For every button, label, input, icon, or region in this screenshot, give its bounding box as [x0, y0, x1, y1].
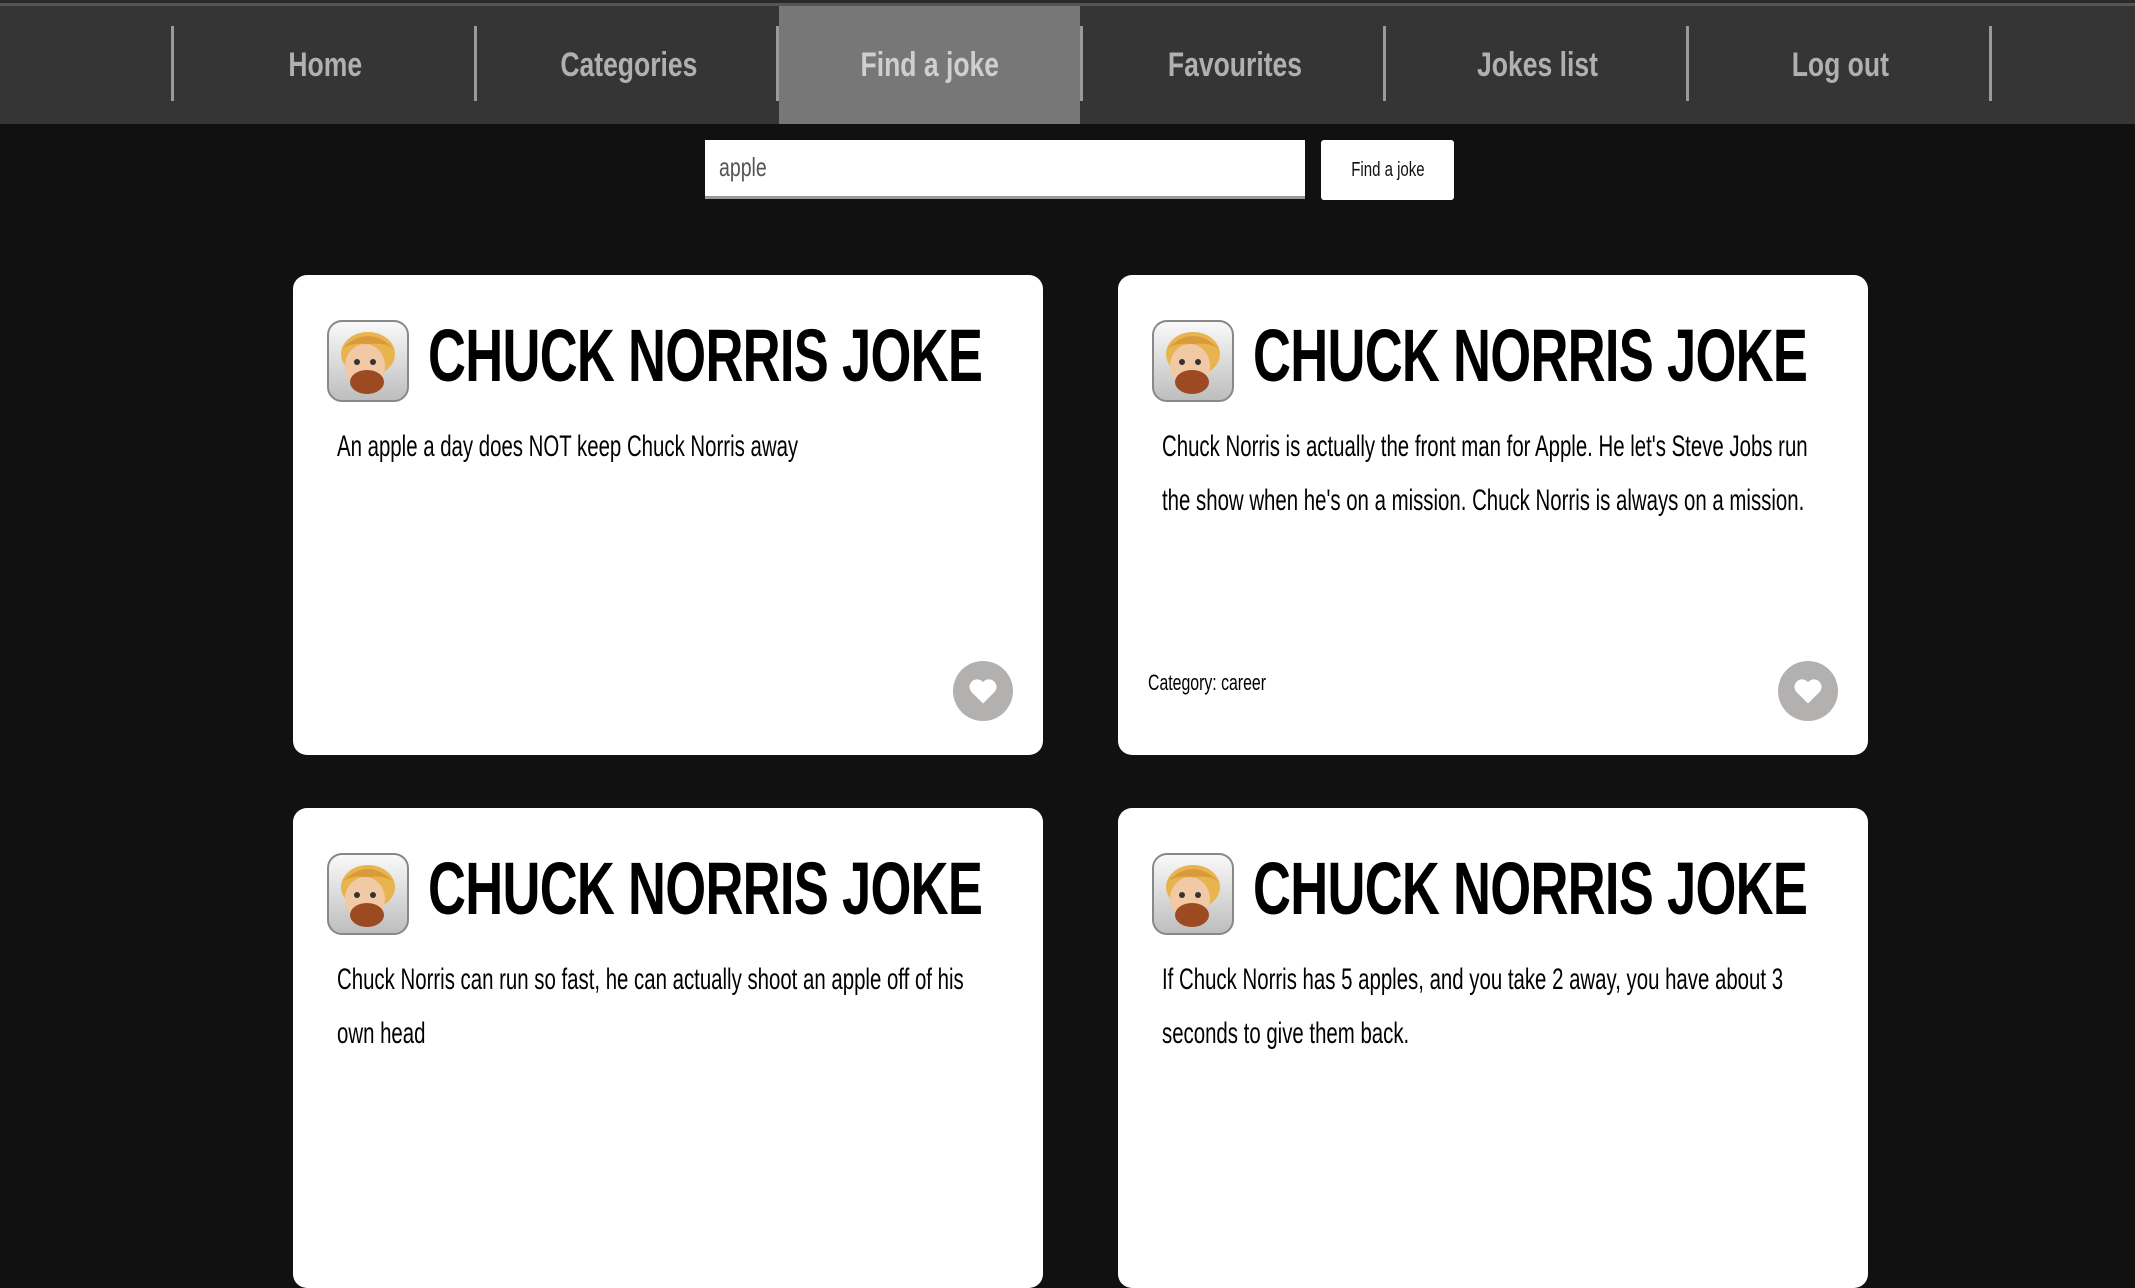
nav-find-a-joke[interactable]: Find a joke — [779, 6, 1080, 124]
nav-jokes-list[interactable]: Jokes list — [1386, 6, 1689, 124]
card-title: CHUCK NORRIS JOKE — [428, 314, 983, 397]
joke-card: CHUCK NORRIS JOKE Chuck Norris can run s… — [293, 808, 1043, 1288]
card-title: CHUCK NORRIS JOKE — [1253, 847, 1808, 930]
joke-card: CHUCK NORRIS JOKE Chuck Norris is actual… — [1118, 275, 1868, 755]
nav-label: Jokes list — [1477, 45, 1598, 84]
joke-card: CHUCK NORRIS JOKE If Chuck Norris has 5 … — [1118, 808, 1868, 1288]
chuck-norris-avatar-icon — [1152, 320, 1234, 402]
nav-label: Categories — [559, 45, 698, 84]
main-nav: Home Categories Find a joke Favourites J… — [0, 6, 2135, 124]
joke-category: Category: career — [1148, 670, 1266, 695]
heart-icon — [1794, 679, 1822, 704]
find-joke-button-label: Find a joke — [1350, 158, 1425, 181]
search-value: apple — [719, 152, 767, 182]
joke-card: CHUCK NORRIS JOKE An apple a day does NO… — [293, 275, 1043, 755]
joke-text: Chuck Norris can run so fast, he can act… — [337, 963, 964, 1050]
search-input[interactable]: apple — [705, 140, 1305, 199]
joke-text: An apple a day does NOT keep Chuck Norri… — [337, 430, 799, 463]
nav-log-out[interactable]: Log out — [1689, 6, 1992, 124]
card-title: CHUCK NORRIS JOKE — [1253, 314, 1808, 397]
chuck-norris-avatar-icon — [1152, 853, 1234, 935]
joke-text: Chuck Norris is actually the front man f… — [1162, 430, 1808, 517]
nav-label: Favourites — [1167, 45, 1302, 84]
favourite-button[interactable] — [953, 661, 1013, 721]
nav-home[interactable]: Home — [174, 6, 477, 124]
nav-categories[interactable]: Categories — [477, 6, 780, 124]
chuck-norris-avatar-icon — [327, 853, 409, 935]
nav-label: Find a joke — [860, 45, 999, 84]
chuck-norris-avatar-icon — [327, 320, 409, 402]
find-joke-button[interactable]: Find a joke — [1321, 140, 1454, 200]
nav-label: Home — [288, 45, 363, 84]
heart-icon — [969, 679, 997, 704]
nav-favourites[interactable]: Favourites — [1083, 6, 1386, 124]
nav-separator — [1989, 26, 1992, 101]
card-title: CHUCK NORRIS JOKE — [428, 847, 983, 930]
nav-label: Log out — [1791, 45, 1890, 84]
joke-text: If Chuck Norris has 5 apples, and you ta… — [1162, 963, 1784, 1050]
favourite-button[interactable] — [1778, 661, 1838, 721]
